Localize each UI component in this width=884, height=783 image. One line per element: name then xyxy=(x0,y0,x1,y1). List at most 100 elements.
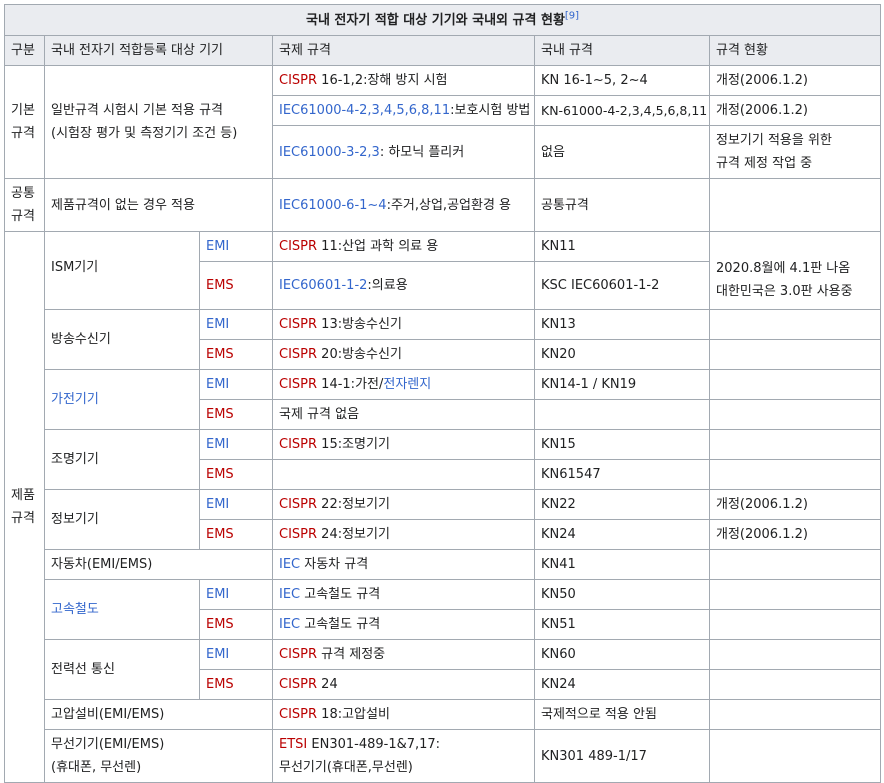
standard-link[interactable]: CISPR xyxy=(279,239,317,254)
status-cell: 정보기기 적용을 위한 규격 제정 작업 중 xyxy=(708,125,882,179)
kr-cell: KN 16-1~5, 2~4 xyxy=(534,65,710,96)
intl-cell: IEC 자동차 규격 xyxy=(272,549,535,580)
intl-cell: CISPR 24 xyxy=(272,669,535,700)
standard-link[interactable]: IEC61000-4-2,3,4,5,6,8,11 xyxy=(279,103,450,118)
table-row: 공통 규격 제품규격이 없는 경우 적용 IEC61000-6-1~4:주거,상업… xyxy=(4,178,882,232)
kr-cell: KN60 xyxy=(534,639,710,670)
kr-cell xyxy=(534,399,710,430)
device-appliance[interactable]: 가전기기 xyxy=(44,369,200,430)
standard-link[interactable]: CISPR xyxy=(279,73,317,88)
kr-cell: KN301 489-1/17 xyxy=(534,729,710,783)
ems-label: EMS xyxy=(199,609,273,640)
standard-link[interactable]: ETSI xyxy=(279,737,307,752)
intl-cell: CISPR 11:산업 과학 의료 용 xyxy=(272,231,535,262)
kr-cell: KN50 xyxy=(534,579,710,610)
standard-link[interactable]: CISPR xyxy=(279,497,317,512)
kr-cell: KN24 xyxy=(534,519,710,550)
status-cell: 개정(2006.1.2) xyxy=(708,95,882,126)
kr-cell: KN51 xyxy=(534,609,710,640)
device-rail[interactable]: 고속철도 xyxy=(44,579,200,640)
emi-label: EMI xyxy=(199,309,273,340)
table-row: 전력선 통신 EMI CISPR 규격 제정중 KN60 xyxy=(5,639,882,700)
standard-link[interactable]: CISPR xyxy=(279,317,317,332)
category-common: 공통 규격 xyxy=(4,178,45,232)
table-row: 고속철도 EMI IEC 고속철도 규격 KN50 xyxy=(5,579,882,640)
emi-label: EMI xyxy=(199,579,273,610)
header-status: 규격 현황 xyxy=(708,35,882,66)
intl-cell: CISPR 22:정보기기 xyxy=(272,489,535,520)
device-lighting: 조명기기 xyxy=(44,429,200,490)
intl-cell: CISPR 15:조명기기 xyxy=(272,429,535,460)
kr-cell: KN15 xyxy=(534,429,710,460)
intl-cell: IEC 고속철도 규격 xyxy=(272,609,535,640)
status-cell xyxy=(708,639,882,670)
kr-cell: KN14-1 / KN19 xyxy=(534,369,710,400)
kr-cell: KN24 xyxy=(534,669,710,700)
intl-cell: IEC 고속철도 규격 xyxy=(272,579,535,610)
status-cell: 개정(2006.1.2) xyxy=(708,65,882,96)
status-cell: 2020.8월에 4.1판 나옴 대한민국은 3.0판 사용중 xyxy=(708,231,882,310)
kr-cell: KN41 xyxy=(534,549,710,580)
intl-cell: IEC61000-4-2,3,4,5,6,8,11:보호시험 방법 xyxy=(272,95,535,126)
kr-cell: KN61547 xyxy=(534,459,710,490)
table-caption: 국내 전자기 적합 대상 기기와 국내외 규격 현황[9] xyxy=(3,4,882,36)
status-cell xyxy=(708,309,882,340)
status-cell xyxy=(708,339,882,370)
microwave-link[interactable]: 전자렌지 xyxy=(383,377,431,392)
table-row: 정보기기 EMI CISPR 22:정보기기 KN22 개정(2006.1.2) xyxy=(5,489,882,550)
standard-link[interactable]: CISPR xyxy=(279,647,317,662)
intl-cell: CISPR 14-1:가전/전자렌지 xyxy=(272,369,535,400)
status-cell xyxy=(708,429,882,460)
status-cell: 개정(2006.1.2) xyxy=(708,519,882,550)
status-cell xyxy=(708,579,882,610)
emi-label: EMI xyxy=(199,369,273,400)
intl-cell: 국제 규격 없음 xyxy=(272,399,535,430)
kr-cell: 국제적으로 적용 안됨 xyxy=(534,699,710,730)
kr-cell: KN-61000-4-2,3,4,5,6,8,11 xyxy=(534,95,710,126)
table-row: 조명기기 EMI CISPR 15:조명기기 KN15 xyxy=(5,429,882,490)
standard-link[interactable]: IEC xyxy=(279,587,300,602)
table-row: 고압설비(EMI/EMS) CISPR 18:고압설비 국제적으로 적용 안됨 xyxy=(5,699,882,730)
emi-label: EMI xyxy=(199,489,273,520)
status-cell xyxy=(708,609,882,640)
kr-cell: KN20 xyxy=(534,339,710,370)
device-broadcast: 방송수신기 xyxy=(44,309,200,370)
standard-link[interactable]: IEC xyxy=(279,617,300,632)
status-cell xyxy=(708,729,882,783)
citation-link[interactable]: [9] xyxy=(565,10,579,21)
kr-cell: KN22 xyxy=(534,489,710,520)
intl-cell xyxy=(272,459,535,490)
intl-cell: CISPR 24:정보기기 xyxy=(272,519,535,550)
ems-label: EMS xyxy=(199,669,273,700)
standard-link[interactable]: CISPR xyxy=(279,677,317,692)
table-row: 기본 규격 일반규격 시험시 기본 적용 규격 (시험장 평가 및 측정기기 조건 … xyxy=(4,65,882,179)
status-cell xyxy=(708,549,882,580)
kr-cell: KN11 xyxy=(534,231,710,262)
caption-text: 국내 전자기 적합 대상 기기와 국내외 규격 현황 xyxy=(305,12,565,28)
table-row: 자동차(EMI/EMS) IEC 자동차 규격 KN41 xyxy=(5,549,882,580)
intl-cell: CISPR 20:방송수신기 xyxy=(272,339,535,370)
status-cell xyxy=(708,459,882,490)
status-cell xyxy=(708,369,882,400)
device-common: 제품규격이 없는 경우 적용 xyxy=(44,178,273,232)
standard-link[interactable]: IEC60601-1-2 xyxy=(279,278,367,293)
table-row: 제품 규격 ISM기기 EMI CISPR 11:산업 과학 의료 용 KN11 … xyxy=(4,231,882,783)
standard-link[interactable]: IEC61000-6-1~4 xyxy=(279,198,387,213)
device-it: 정보기기 xyxy=(44,489,200,550)
standard-link[interactable]: IEC61000-3-2,3 xyxy=(279,145,380,160)
standard-link[interactable]: CISPR xyxy=(279,527,317,542)
device-car: 자동차(EMI/EMS) xyxy=(44,549,273,580)
status-cell: 개정(2006.1.2) xyxy=(708,489,882,520)
standard-link[interactable]: IEC xyxy=(279,557,300,572)
ems-label: EMS xyxy=(199,399,273,430)
table-row: 방송수신기 EMI CISPR 13:방송수신기 KN13 xyxy=(5,309,882,370)
device-ism: ISM기기 xyxy=(44,231,200,310)
device-hv: 고압설비(EMI/EMS) xyxy=(44,699,273,730)
status-cell xyxy=(708,399,882,430)
standard-link[interactable]: CISPR xyxy=(279,437,317,452)
standard-link[interactable]: CISPR xyxy=(279,377,317,392)
standard-link[interactable]: CISPR xyxy=(279,347,317,362)
category-product: 제품 규격 xyxy=(4,231,45,783)
kr-cell: 공통규격 xyxy=(534,178,710,232)
device-basic: 일반규격 시험시 기본 적용 규격 (시험장 평가 및 측정기기 조건 등) xyxy=(44,65,273,179)
